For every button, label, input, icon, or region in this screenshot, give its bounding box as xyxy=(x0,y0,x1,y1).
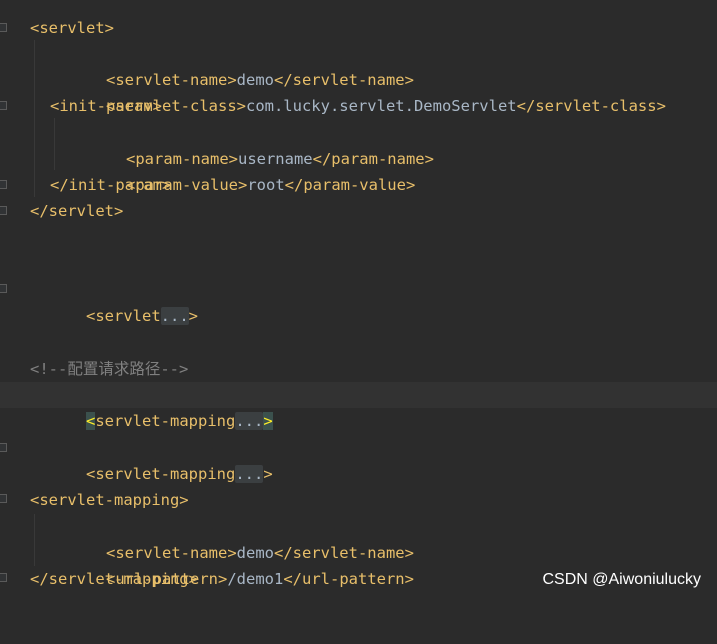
code-line[interactable]: <param-value>root</param-value> xyxy=(0,146,717,194)
code-editor[interactable]: <servlet> <servlet-name>demo</servlet-na… xyxy=(0,0,717,599)
xml-tag: servlet-mapping xyxy=(95,412,236,430)
xml-tag: > xyxy=(188,307,198,325)
current-code-line[interactable]: <servlet-mapping...> xyxy=(0,382,717,430)
code-line[interactable]: <servlet> xyxy=(0,15,717,41)
xml-comment: <!--配置请求路径--> xyxy=(30,360,189,378)
xml-tag: <servlet-mapping> xyxy=(30,491,189,509)
xml-tag: <init-param> xyxy=(50,97,162,115)
xml-tag: </servlet-mapping> xyxy=(30,570,198,588)
code-line[interactable]: </servlet> xyxy=(0,198,717,224)
code-line[interactable]: <param-name>username</param-name> xyxy=(0,120,717,168)
code-line[interactable]: <servlet-name>demo</servlet-name> xyxy=(0,514,717,562)
code-line[interactable]: <servlet...> xyxy=(0,277,717,325)
folded-region-placeholder[interactable]: ... xyxy=(235,465,264,483)
code-line[interactable]: <servlet-name>demo</servlet-name> xyxy=(0,41,717,89)
code-line[interactable]: <!--配置请求路径--> xyxy=(0,356,717,382)
code-line[interactable]: <url-pattern>/demo1</url-pattern> xyxy=(0,540,717,588)
code-line[interactable]: <init-param> xyxy=(0,93,717,119)
matched-bracket: > xyxy=(263,412,273,430)
xml-tag: </init-param> xyxy=(50,176,172,194)
matched-bracket: < xyxy=(86,412,96,430)
xml-tag: </servlet> xyxy=(30,202,124,220)
code-line[interactable]: <servlet-mapping> xyxy=(0,487,717,513)
watermark: CSDN @Aiwoniulucky xyxy=(542,571,701,588)
xml-tag: > xyxy=(263,465,273,483)
folded-region-placeholder[interactable]: ... xyxy=(235,412,264,430)
code-line[interactable]: <servlet-class>com.lucky.servlet.DemoSer… xyxy=(0,67,717,115)
folded-region-placeholder[interactable]: ... xyxy=(160,307,189,325)
xml-tag: <servlet> xyxy=(30,19,114,37)
xml-tag: <servlet xyxy=(86,307,161,325)
code-line[interactable]: </init-param> xyxy=(0,172,717,198)
code-line[interactable]: <servlet-mapping...> xyxy=(0,435,717,483)
xml-tag: <servlet-mapping xyxy=(86,465,236,483)
